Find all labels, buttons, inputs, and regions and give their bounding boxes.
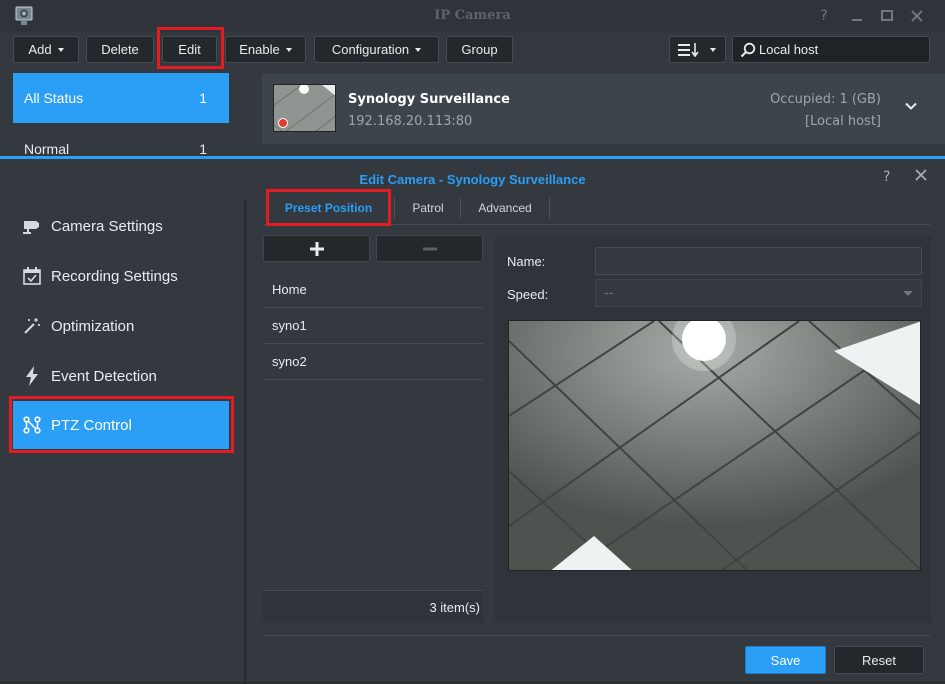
group-button[interactable]: Group xyxy=(446,36,513,63)
tab-patrol[interactable]: Patrol xyxy=(395,192,461,223)
edit-button[interactable]: Edit xyxy=(162,36,217,63)
speed-select[interactable]: -- xyxy=(595,279,922,307)
camera-name: Synology Surveillance xyxy=(348,92,510,107)
camera-icon xyxy=(22,216,42,236)
chevron-down-icon xyxy=(285,47,292,52)
speed-label: Speed: xyxy=(507,287,549,302)
tab-advanced[interactable]: Advanced xyxy=(461,192,549,223)
dialog-title: Edit Camera - Synology Surveillance xyxy=(359,172,586,187)
camera-list-item[interactable]: Synology Surveillance 192.168.20.113:80 … xyxy=(262,74,945,144)
footer-divider xyxy=(263,635,930,636)
sort-icon xyxy=(678,42,699,57)
minimize-icon[interactable] xyxy=(848,7,866,25)
tab-underline xyxy=(263,224,930,225)
edit-camera-dialog: Edit Camera - Synology Surveillance ? Ca… xyxy=(0,156,945,684)
name-input[interactable] xyxy=(595,247,922,275)
preset-item-home[interactable]: Home xyxy=(263,272,483,308)
save-button[interactable]: Save xyxy=(745,646,826,674)
tab-divider xyxy=(549,197,550,219)
chevron-down-icon xyxy=(903,291,913,296)
list-footer: 3 item(s) xyxy=(263,590,483,623)
camera-thumbnail xyxy=(273,84,336,132)
camera-occupied-space: Occupied: 1 (GB) xyxy=(770,92,881,107)
settings-sidebar: Camera Settings Recording Settings Optim… xyxy=(0,199,246,684)
preset-detail-panel: Name: Speed: -- xyxy=(495,235,931,623)
camera-address: 192.168.20.113:80 xyxy=(348,114,473,129)
nav-ptz-control[interactable]: PTZ Control xyxy=(13,401,229,449)
nav-event-detection[interactable]: Event Detection xyxy=(13,352,229,400)
calendar-icon xyxy=(22,266,42,286)
ptz-live-view[interactable] xyxy=(508,320,921,571)
close-icon[interactable] xyxy=(914,168,928,186)
preset-item-syno2[interactable]: syno2 xyxy=(263,344,483,380)
reset-button[interactable]: Reset xyxy=(834,646,924,674)
close-icon[interactable] xyxy=(908,7,926,25)
nav-recording-settings[interactable]: Recording Settings xyxy=(13,252,229,300)
chevron-down-icon xyxy=(57,47,64,52)
plus-icon xyxy=(309,241,324,256)
minus-icon xyxy=(422,247,437,250)
recording-indicator xyxy=(278,118,288,128)
chevron-down-icon xyxy=(415,47,422,52)
configuration-button[interactable]: Configuration xyxy=(314,36,439,63)
search-icon xyxy=(740,42,756,58)
lightning-icon xyxy=(22,366,42,386)
nav-camera-settings[interactable]: Camera Settings xyxy=(13,202,229,250)
ptz-icon xyxy=(22,415,42,435)
status-filter-all[interactable]: All Status 1 xyxy=(13,73,229,123)
name-label: Name: xyxy=(507,254,546,269)
add-preset-button[interactable] xyxy=(263,235,370,262)
sort-button[interactable] xyxy=(669,36,726,63)
add-button[interactable]: Add xyxy=(13,36,79,63)
window-title: IP Camera xyxy=(434,8,511,23)
maximize-icon[interactable] xyxy=(878,7,896,25)
search-field[interactable]: Local host xyxy=(732,36,930,63)
chevron-down-icon[interactable] xyxy=(905,100,917,112)
title-bar: IP Camera ? xyxy=(0,0,945,32)
search-input[interactable]: Local host xyxy=(759,42,818,57)
item-count: 3 item(s) xyxy=(429,600,480,615)
camera-host: [Local host] xyxy=(804,114,881,129)
preset-list-panel: Home syno1 syno2 3 item(s) xyxy=(263,235,483,623)
help-icon[interactable]: ? xyxy=(815,7,833,25)
delete-button[interactable]: Delete xyxy=(86,36,154,63)
nav-optimization[interactable]: Optimization xyxy=(13,302,229,350)
tab-preset-position[interactable]: Preset Position xyxy=(267,192,390,223)
remove-preset-button[interactable] xyxy=(376,235,483,262)
enable-button[interactable]: Enable xyxy=(225,36,306,63)
magic-wand-icon xyxy=(22,316,42,336)
chevron-down-icon xyxy=(710,47,716,52)
preset-item-syno1[interactable]: syno1 xyxy=(263,308,483,344)
help-icon[interactable]: ? xyxy=(883,169,890,185)
ip-camera-window: IP Camera ? Add Delete Edit Enable Confi… xyxy=(0,0,945,160)
